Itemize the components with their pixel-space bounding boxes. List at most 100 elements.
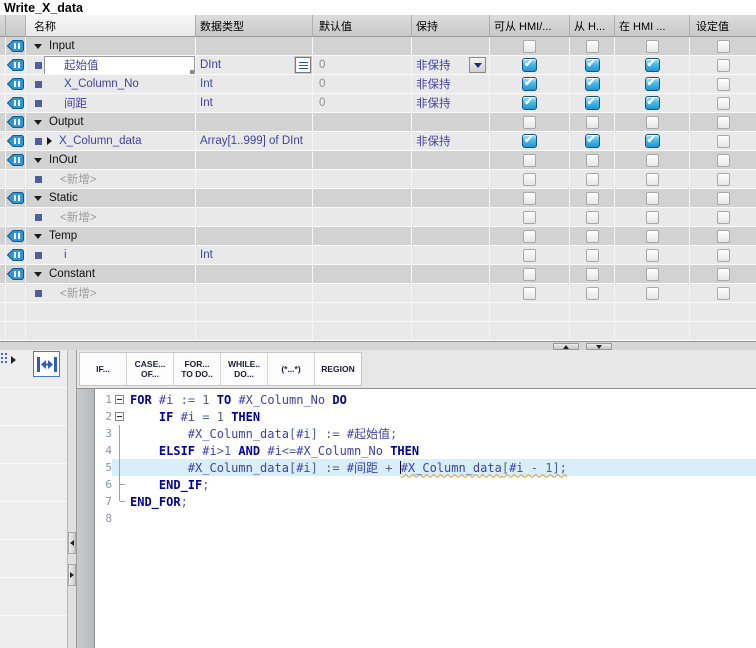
- table-row[interactable]: iInt: [0, 246, 756, 265]
- retain-cell[interactable]: [412, 208, 490, 226]
- hmi-accessible-checkbox[interactable]: [523, 211, 536, 224]
- datatype-browse-button[interactable]: [295, 57, 311, 73]
- setpoint-checkbox[interactable]: [717, 59, 730, 72]
- datatype-cell[interactable]: [196, 322, 313, 340]
- hmi-writable-checkbox[interactable]: [586, 173, 599, 186]
- snippet-button-if[interactable]: IF...: [80, 353, 127, 385]
- section-collapse-icon[interactable]: [33, 272, 43, 277]
- snippet-button-[interactable]: (*...*): [268, 353, 315, 385]
- section-collapse-icon[interactable]: [33, 234, 43, 239]
- name-cell[interactable]: <新增>: [26, 208, 196, 226]
- retain-cell[interactable]: [412, 303, 490, 321]
- name-cell[interactable]: Temp: [26, 227, 196, 245]
- setpoint-checkbox[interactable]: [717, 287, 730, 300]
- hmi-writable-checkbox[interactable]: [585, 96, 600, 110]
- hmi-writable-checkbox[interactable]: [586, 192, 599, 205]
- hmi-visible-checkbox[interactable]: [645, 134, 660, 148]
- column-header-retain[interactable]: 保持: [412, 15, 490, 36]
- datatype-cell[interactable]: [196, 227, 313, 245]
- default-value-cell[interactable]: [313, 322, 412, 340]
- hmi-writable-checkbox[interactable]: [585, 134, 600, 148]
- table-row[interactable]: Static: [0, 189, 756, 208]
- column-header-name[interactable]: 名称: [26, 15, 196, 36]
- hmi-writable-checkbox[interactable]: [586, 40, 599, 53]
- default-value-cell[interactable]: [313, 265, 412, 283]
- name-cell[interactable]: X_Column_data: [26, 132, 196, 150]
- code-line[interactable]: 7END_FOR;: [95, 493, 756, 510]
- panel-expand-arrow-icon[interactable]: [11, 356, 16, 364]
- default-value-cell[interactable]: 0: [313, 56, 412, 74]
- hmi-writable-checkbox[interactable]: [586, 211, 599, 224]
- setpoint-checkbox[interactable]: [717, 116, 730, 129]
- setpoint-checkbox[interactable]: [717, 97, 730, 110]
- code-line[interactable]: 6 END_IF;: [95, 476, 756, 493]
- hmi-visible-checkbox[interactable]: [646, 287, 659, 300]
- hmi-visible-checkbox[interactable]: [646, 40, 659, 53]
- name-cell[interactable]: Constant: [26, 265, 196, 283]
- array-expand-icon[interactable]: [47, 137, 52, 145]
- retain-cell[interactable]: [412, 265, 490, 283]
- snippet-button-region[interactable]: REGION: [315, 353, 361, 385]
- name-cell[interactable]: <新增>: [26, 284, 196, 302]
- setpoint-checkbox[interactable]: [717, 78, 730, 91]
- name-cell[interactable]: [26, 303, 196, 321]
- hmi-visible-checkbox[interactable]: [646, 211, 659, 224]
- datatype-cell[interactable]: [196, 208, 313, 226]
- snippet-button-case[interactable]: CASE...OF...: [127, 353, 174, 385]
- column-header-default[interactable]: 默认值: [313, 15, 412, 36]
- hmi-accessible-checkbox[interactable]: [523, 249, 536, 262]
- retain-cell[interactable]: 非保持: [412, 94, 490, 112]
- hmi-accessible-checkbox[interactable]: [523, 230, 536, 243]
- hmi-visible-checkbox[interactable]: [645, 58, 660, 72]
- hmi-visible-checkbox[interactable]: [646, 173, 659, 186]
- splitter-collapse-right-button[interactable]: [68, 564, 76, 586]
- hmi-visible-checkbox[interactable]: [645, 96, 660, 110]
- hmi-visible-checkbox[interactable]: [645, 77, 660, 91]
- snippet-button-for[interactable]: FOR...TO DO..: [174, 353, 221, 385]
- hmi-accessible-checkbox[interactable]: [523, 268, 536, 281]
- table-row[interactable]: Output: [0, 113, 756, 132]
- hmi-writable-checkbox[interactable]: [586, 116, 599, 129]
- code-line[interactable]: 1FOR #i := 1 TO #X_Column_No DO: [95, 391, 756, 408]
- table-row[interactable]: 起始值DInt0非保持: [0, 56, 756, 75]
- column-header-hmi-visible[interactable]: 在 HMI ...: [615, 15, 690, 36]
- default-value-cell[interactable]: [313, 113, 412, 131]
- hmi-visible-checkbox[interactable]: [646, 249, 659, 262]
- code-line[interactable]: 5 #X_Column_data[#i] := #间距 + #X_Column_…: [95, 459, 756, 476]
- code-line[interactable]: 8: [95, 510, 756, 527]
- name-cell[interactable]: 起始值: [26, 56, 196, 74]
- table-row[interactable]: X_Column_NoInt0非保持: [0, 75, 756, 94]
- name-cell[interactable]: X_Column_No: [26, 75, 196, 93]
- name-cell[interactable]: [26, 322, 196, 340]
- hmi-accessible-checkbox[interactable]: [523, 173, 536, 186]
- hmi-writable-checkbox[interactable]: [586, 287, 599, 300]
- splitter-collapse-left-button[interactable]: [68, 532, 76, 554]
- retain-cell[interactable]: [412, 246, 490, 264]
- section-collapse-icon[interactable]: [33, 196, 43, 201]
- datatype-cell[interactable]: DInt: [196, 56, 313, 74]
- hmi-accessible-checkbox[interactable]: [522, 77, 537, 91]
- splitter-collapse-down-button[interactable]: [586, 343, 612, 350]
- retain-cell[interactable]: 非保持: [412, 56, 490, 74]
- table-row[interactable]: [0, 303, 756, 322]
- retain-dropdown-button[interactable]: [469, 57, 486, 73]
- fold-collapse-box[interactable]: [112, 408, 130, 425]
- datatype-cell[interactable]: Int: [196, 94, 313, 112]
- table-row[interactable]: X_Column_dataArray[1..999] of DInt非保持: [0, 132, 756, 151]
- table-row[interactable]: Input: [0, 37, 756, 56]
- hmi-visible-checkbox[interactable]: [646, 230, 659, 243]
- table-row[interactable]: Constant: [0, 265, 756, 284]
- datatype-cell[interactable]: [196, 151, 313, 169]
- hmi-accessible-checkbox[interactable]: [522, 134, 537, 148]
- code-line[interactable]: 3 #X_Column_data[#i] := #起始值;: [95, 425, 756, 442]
- retain-cell[interactable]: 非保持: [412, 75, 490, 93]
- hmi-writable-checkbox[interactable]: [585, 58, 600, 72]
- hmi-accessible-checkbox[interactable]: [523, 40, 536, 53]
- default-value-cell[interactable]: [313, 227, 412, 245]
- datatype-cell[interactable]: [196, 189, 313, 207]
- splitter-collapse-up-button[interactable]: [553, 343, 579, 350]
- retain-cell[interactable]: [412, 113, 490, 131]
- setpoint-checkbox[interactable]: [717, 154, 730, 167]
- default-value-cell[interactable]: [313, 246, 412, 264]
- default-value-cell[interactable]: [313, 303, 412, 321]
